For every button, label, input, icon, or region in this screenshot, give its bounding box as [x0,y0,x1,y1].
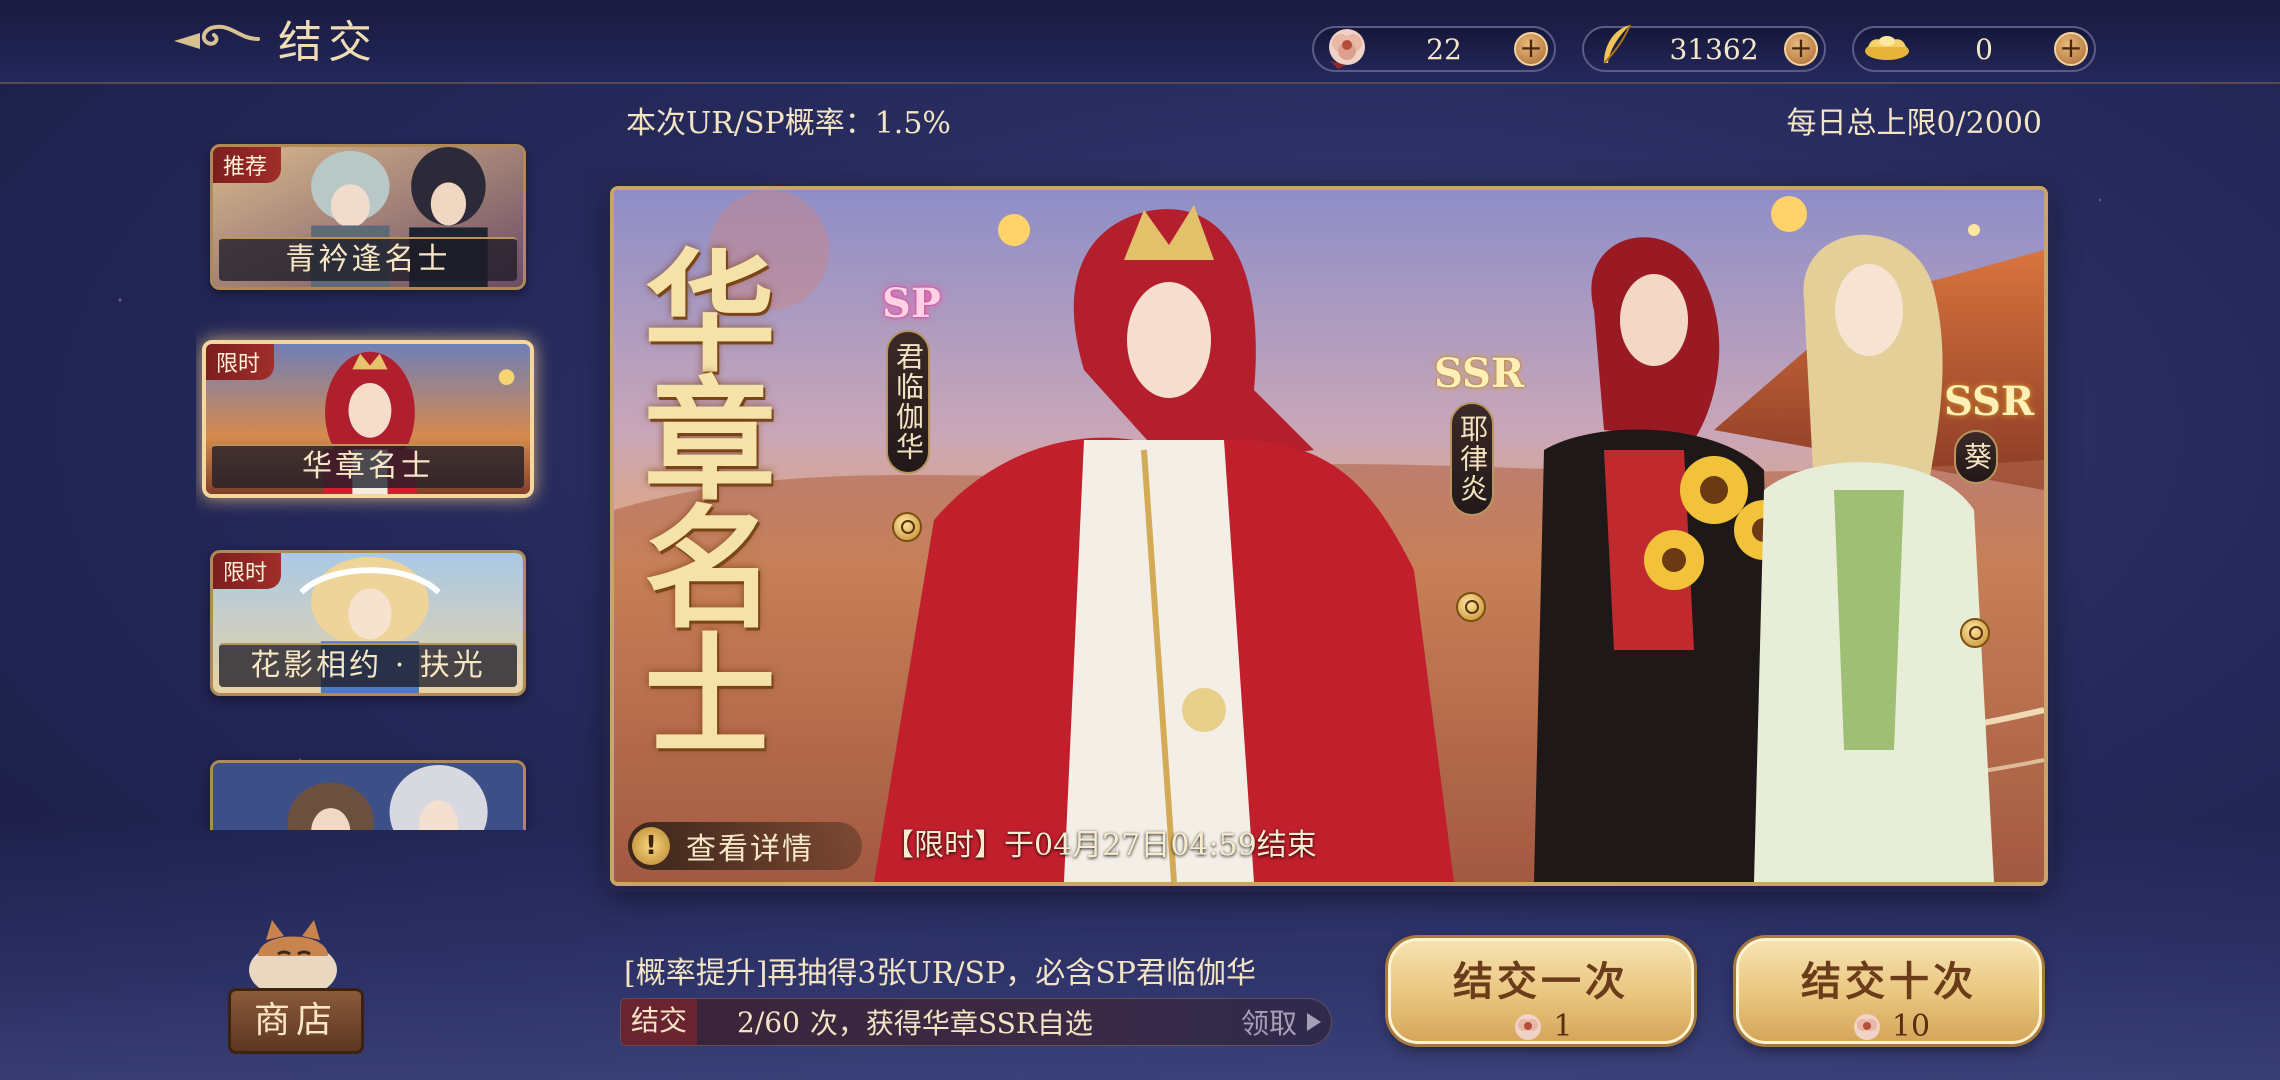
rate-boost-text: [概率提升]再抽得3张UR/SP，必含SP君临伽华 [624,956,1256,991]
currency-feather: 31362 + [1582,24,1826,72]
currency-peony-token: 22 + [1312,26,1556,72]
play-arrow-icon [1307,1013,1321,1031]
limited-end-time: 【限时】于04月27日04:59结束 [884,828,1317,863]
view-details-button[interactable]: ! 查看详情 [628,822,862,870]
pool-card-huaying[interactable]: 限时 花影相约 · 扶光 [210,550,526,696]
pull-once-cost: 1 [1391,1007,1691,1045]
pull-once-label: 结交一次 [1453,958,1629,1005]
ssr-rarity-badge: SSR [1434,350,1525,397]
pool-name: 青衿逢名士 [219,237,517,281]
shop-button[interactable]: 商店 [198,910,398,1070]
back-cloud-icon[interactable] [170,13,262,63]
pool-tag: 限时 [206,344,275,380]
pull-ten-cost-value: 10 [1891,1008,1931,1044]
pool-list[interactable]: 推荐 青衿逢名士 限时 华章名士 限时 花影相约 · 扶光 [196,140,556,830]
pool-tag: 推荐 [213,147,282,183]
currency-value: 22 [1426,32,1462,66]
peony-token-icon [1853,1014,1880,1040]
character-name-label: 耶律炎 [1450,402,1494,516]
currency-value: 0 [1975,32,1993,66]
gacha-banner[interactable]: 华章名士 SP 君临伽华 SSR 耶律炎 SSR 葵 ! 查看详情 【限时】于0… [610,186,2048,886]
character-name-label: 君临伽华 [886,330,930,474]
view-details-label: 查看详情 [686,832,814,867]
pull-once-button[interactable]: 结交一次 1 [1388,938,1694,1044]
info-icon: ! [632,827,670,865]
peony-token-icon [1515,1014,1542,1040]
title-area: 结交 [170,6,378,70]
character-name-label: 葵 [1954,430,1998,484]
pool-card-huazhang-selected[interactable]: 限时 华章名士 [202,340,534,498]
ur-sp-rate-text: 本次UR/SP概率：1.5% [626,106,951,141]
cat-mascot-icon [249,920,337,998]
pool-tag: 限时 [213,553,282,589]
add-peony-button[interactable]: + [1514,32,1548,66]
progress-reward-text: 次，获得华章SSR自选 [809,1007,1093,1040]
peony-token-icon [1329,29,1365,69]
page-title: 结交 [278,17,378,68]
milestone-progress-bar: 结交 2/60 次，获得华章SSR自选 领取 [620,998,1332,1046]
claim-button[interactable]: 领取 [1241,1002,1321,1042]
pool-art [213,763,523,830]
top-bar: 结交 22 + 31362 + 0 + [0,0,2280,84]
pull-ten-cost: 10 [1739,1007,2039,1045]
pull-once-cost-value: 1 [1553,1008,1573,1044]
banner-title: 华章名士 [644,236,776,775]
progress-tag: 结交 [621,999,697,1045]
pool-card-partial[interactable] [210,760,526,830]
progress-count: 2/60 [737,1005,800,1039]
pull-ten-label: 结交十次 [1801,958,1977,1005]
shop-label: 商店 [228,988,364,1054]
currency-value: 31362 [1669,32,1759,66]
claim-label: 领取 [1240,1007,1297,1040]
currency-gold-ingot: 0 + [1852,26,2096,72]
character-zoom-icon[interactable] [1960,618,1990,648]
sp-rarity-badge: SP [882,280,941,327]
feather-icon [1603,24,1631,64]
banner-characters-art [874,205,1994,882]
add-gold-ingot-button[interactable]: + [2054,32,2088,66]
pool-card-recommended[interactable]: 推荐 青衿逢名士 [210,144,526,290]
gold-ingot-icon [1865,36,1909,60]
pull-ten-button[interactable]: 结交十次 10 [1736,938,2042,1044]
character-zoom-icon[interactable] [1456,592,1486,622]
add-feather-button[interactable]: + [1784,32,1818,66]
pool-name: 花影相约 · 扶光 [219,643,517,687]
ssr-rarity-badge: SSR [1944,378,2035,425]
pool-name: 华章名士 [212,444,524,488]
daily-limit-text: 每日总上限0/2000 [1786,106,2042,141]
character-zoom-icon[interactable] [892,512,922,542]
